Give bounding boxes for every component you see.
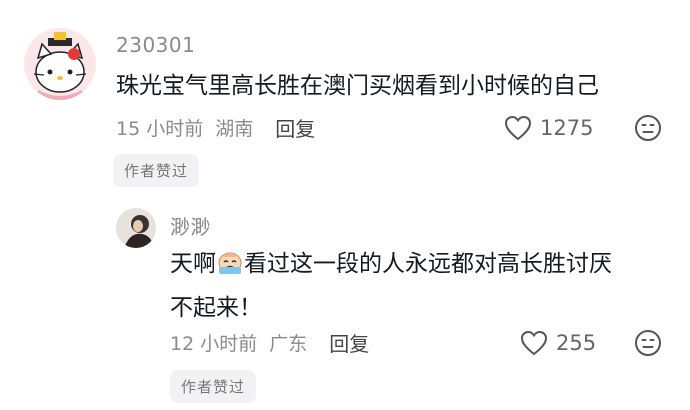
like-count: 1275	[540, 116, 594, 140]
comment-meta: 12 小时前 广东 回复	[170, 327, 369, 357]
username[interactable]: 230301	[116, 33, 195, 57]
comment-item: 230301 珠光宝气里高长胜在澳门买烟看到小时候的自己 15 小时前 湖南 回…	[0, 0, 690, 200]
comment-text: 珠光宝气里高长胜在澳门买烟看到小时候的自己	[116, 73, 599, 99]
crying-face-emoji-icon	[217, 246, 243, 274]
author-liked-badge: 作者赞过	[113, 154, 200, 187]
heart-icon	[504, 115, 532, 141]
reply-button[interactable]: 回复	[275, 113, 315, 142]
avatar[interactable]	[116, 208, 156, 248]
avatar[interactable]	[24, 28, 96, 100]
like-button[interactable]: 1275	[504, 113, 593, 143]
comment-time: 15 小时前	[116, 117, 204, 140]
dislike-face-icon	[635, 115, 661, 141]
like-button[interactable]: 255	[520, 328, 596, 358]
comment-text: 天啊 看过这一段的人永远都对高长胜讨厌 不起来！	[170, 242, 660, 330]
dislike-face-icon	[635, 330, 661, 356]
comment-text-part: 天啊	[170, 251, 216, 277]
dislike-button[interactable]	[634, 329, 662, 361]
comment-text-part: 看过这一段的人永远都对高长胜讨厌	[244, 251, 612, 277]
user-photo-avatar-icon	[116, 208, 156, 248]
hello-kitty-avatar-icon	[24, 28, 96, 100]
comment-meta: 15 小时前 湖南 回复	[116, 112, 315, 142]
reply-comment-item: 渺渺 天啊 看过这一段的人永远都对高长胜讨厌 不起来！ 12 小时前 广东 回复…	[0, 200, 690, 410]
comment-text-line2: 不起来！	[170, 295, 262, 321]
comment-location: 湖南	[215, 117, 254, 140]
like-count: 255	[556, 331, 597, 355]
heart-icon	[520, 330, 548, 356]
dislike-button[interactable]	[634, 114, 662, 146]
author-liked-badge: 作者赞过	[170, 370, 257, 403]
comment-time: 12 小时前	[170, 332, 258, 355]
comment-location: 广东	[269, 332, 308, 355]
reply-button[interactable]: 回复	[329, 328, 369, 357]
username[interactable]: 渺渺	[170, 211, 211, 240]
